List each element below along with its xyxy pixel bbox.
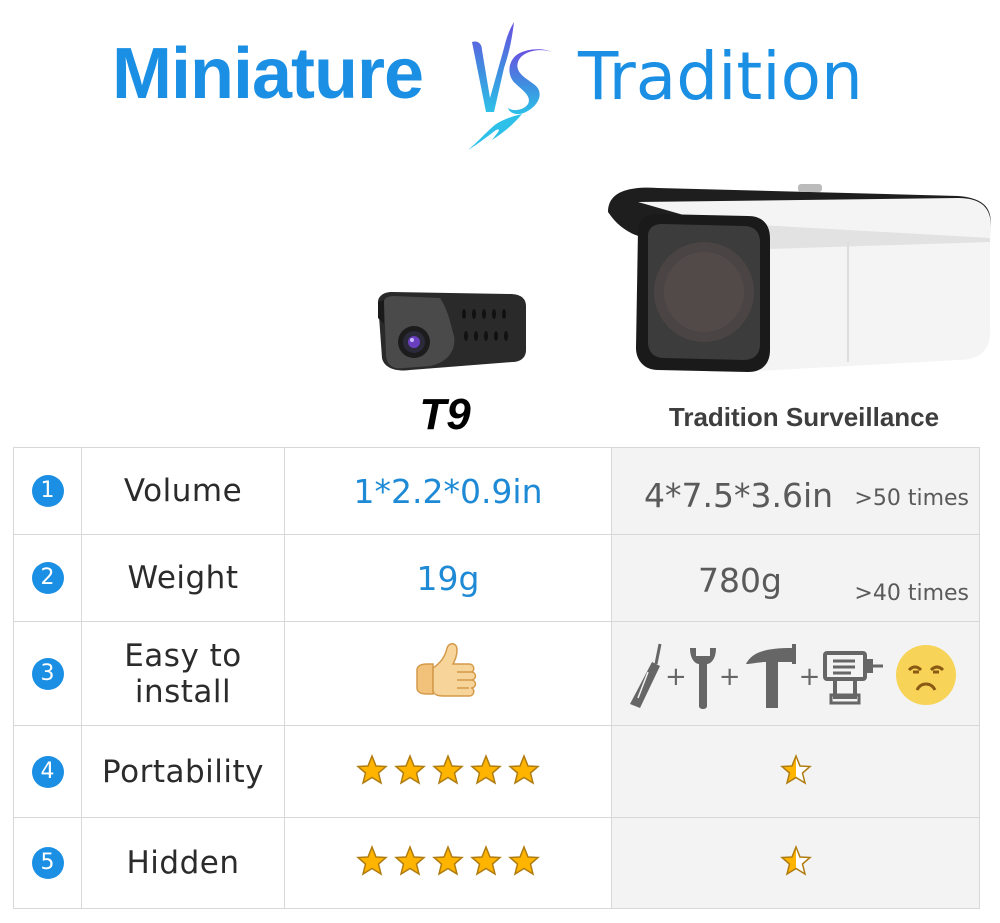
tradition-star-rating — [779, 845, 812, 877]
number-badge: 3 — [31, 657, 64, 690]
t9-star-rating — [356, 753, 540, 786]
mini-camera-image — [378, 292, 526, 371]
ratio-note: >40 times — [854, 581, 969, 606]
star-icon — [394, 845, 426, 876]
thumbs-up-icon — [416, 642, 477, 697]
tradition-value: 4*7.5*3.6in — [644, 476, 834, 515]
drill-icon — [823, 651, 884, 705]
plus-sign: + — [665, 662, 687, 692]
product-name-tradition: Tradition Surveillance — [668, 402, 940, 432]
feature-label: Easy to install — [124, 637, 242, 710]
title-tradition: Tradition — [578, 38, 863, 115]
t9-value-cell: 1*2.2*0.9in — [284, 447, 612, 535]
t9-rating-cell — [284, 817, 612, 909]
row-number-cell: 1 — [13, 447, 82, 535]
half-star-icon — [779, 845, 812, 876]
table-row-install: 3 Easy to install + + + — [13, 621, 980, 726]
star-icon — [470, 845, 502, 876]
number-badge: 5 — [31, 847, 64, 879]
t9-rating-cell — [284, 725, 612, 818]
feature-cell: Easy to install — [81, 621, 285, 726]
t9-value: 1*2.2*0.9in — [353, 471, 543, 511]
star-icon — [508, 845, 540, 876]
tradition-value: 780g — [698, 561, 782, 600]
plus-sign: + — [798, 662, 821, 692]
star-icon — [432, 753, 464, 785]
table-row-hidden: 5 Hidden — [13, 817, 980, 909]
star-icon — [394, 753, 426, 785]
tradition-value-cell: 4*7.5*3.6in >50 times — [611, 447, 980, 535]
feature-label: Volume — [123, 473, 243, 509]
row-number-cell: 4 — [13, 725, 82, 818]
t9-value: 19g — [416, 558, 480, 598]
comparison-table: 1 Volume 1*2.2*0.9in 4*7.5*3.6in >50 tim… — [13, 447, 980, 909]
plus-sign: + — [718, 662, 741, 692]
star-icon — [508, 753, 540, 785]
hammer-icon — [745, 644, 796, 708]
table-row-portability: 4 Portability — [13, 725, 980, 818]
vs-logo-icon — [468, 22, 552, 150]
feature-label: Hidden — [126, 845, 240, 881]
star-icon — [356, 845, 388, 876]
feature-cell: Weight — [81, 534, 285, 622]
tradition-rating-cell — [611, 817, 980, 909]
number-badge: 2 — [31, 562, 64, 594]
title-miniature: Miniature — [112, 34, 424, 114]
t9-value-cell — [284, 621, 612, 726]
tradition-value-cell: 780g >40 times — [611, 534, 980, 622]
product-name-t9: T9 — [419, 390, 471, 439]
feature-cell: Portability — [81, 725, 285, 818]
tradition-value-cell: + + + — [611, 621, 980, 726]
t9-value-cell: 19g — [284, 534, 612, 622]
half-star-icon — [779, 753, 812, 785]
feature-label: Weight — [127, 560, 239, 596]
row-number-cell: 2 — [13, 534, 82, 622]
tradition-rating-cell — [611, 725, 980, 818]
bullet-camera-image — [608, 184, 991, 372]
tradition-star-rating — [779, 753, 812, 786]
sad-face-icon — [896, 645, 956, 705]
tool-list: + + + — [626, 642, 885, 712]
table-row-weight: 2 Weight 19g 780g >40 times — [13, 534, 980, 622]
feature-label: Portability — [102, 753, 264, 790]
star-icon — [470, 753, 502, 785]
feature-cell: Volume — [81, 447, 285, 535]
wrench-icon — [689, 648, 716, 709]
star-icon — [432, 845, 464, 876]
row-number-cell: 3 — [13, 621, 82, 726]
t9-star-rating — [356, 845, 540, 877]
star-icon — [356, 753, 388, 785]
number-badge: 4 — [31, 755, 64, 788]
feature-cell: Hidden — [81, 817, 285, 909]
number-badge: 1 — [31, 475, 64, 507]
table-row-volume: 1 Volume 1*2.2*0.9in 4*7.5*3.6in >50 tim… — [13, 447, 980, 535]
screwdriver-icon — [630, 643, 662, 708]
ratio-note: >50 times — [854, 486, 969, 511]
row-number-cell: 5 — [13, 817, 82, 909]
